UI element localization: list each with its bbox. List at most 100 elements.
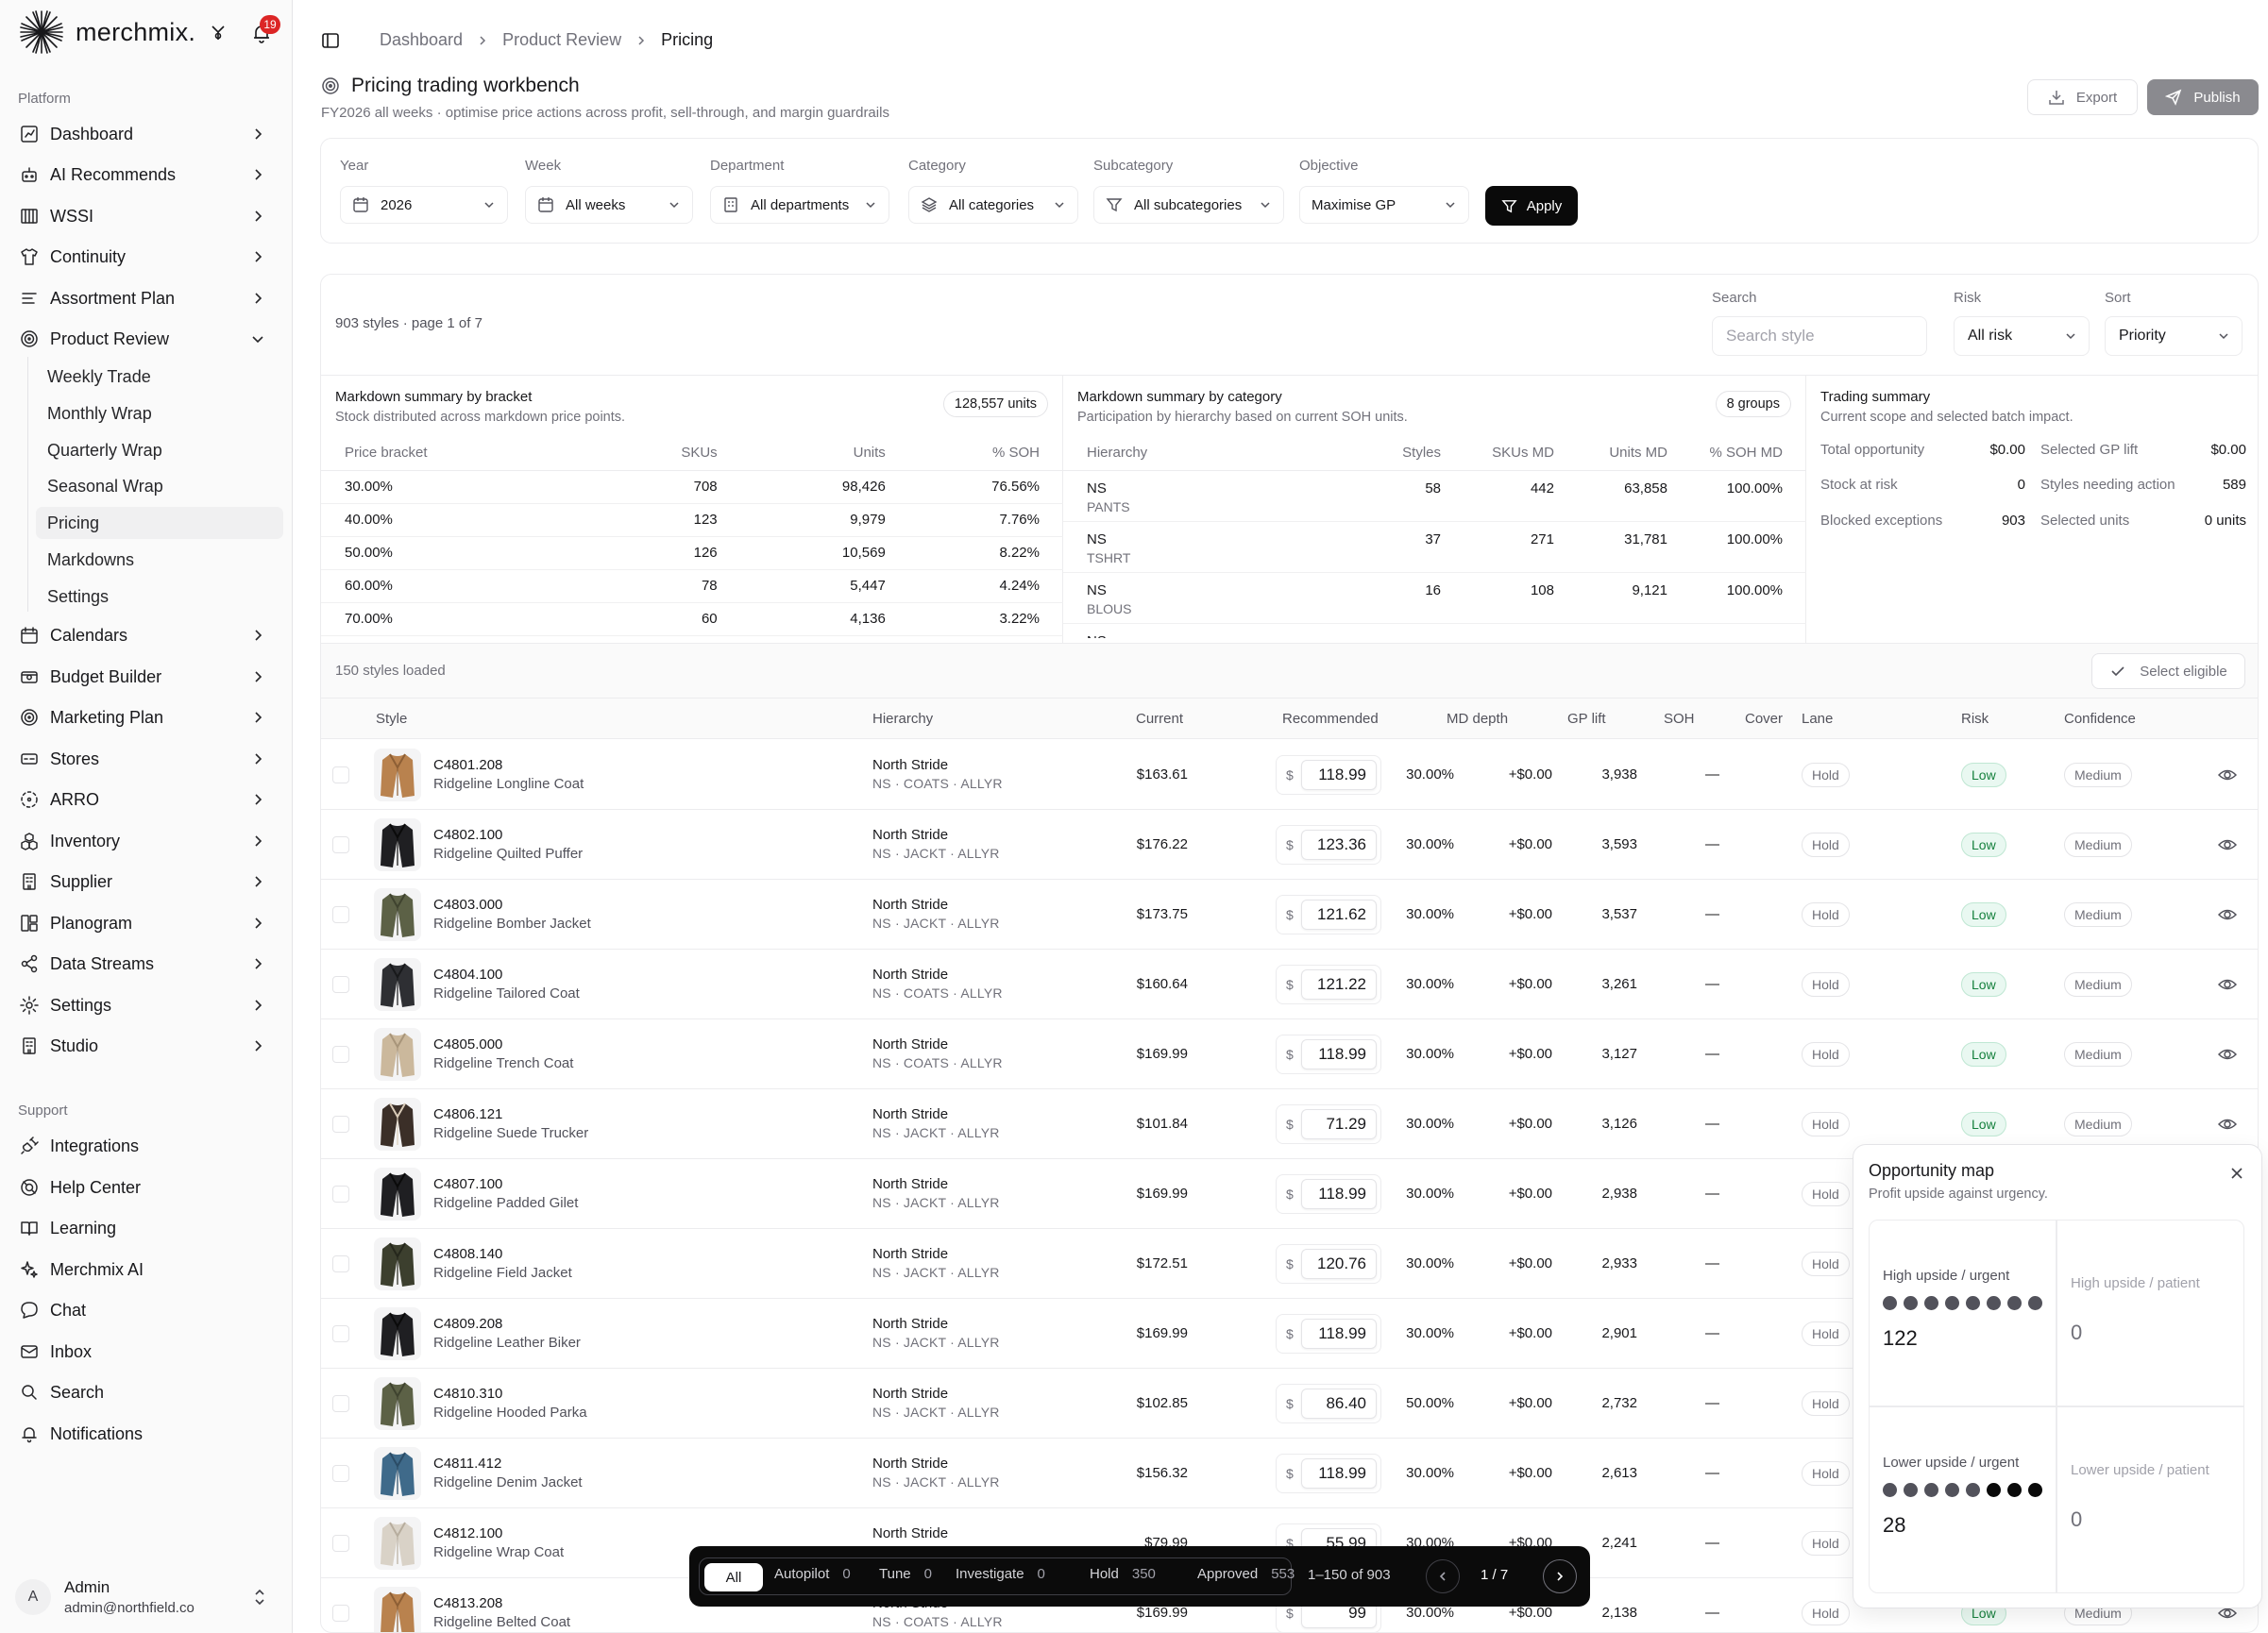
recommended-price-input[interactable]: 118.99 [1301, 1319, 1377, 1349]
row-checkbox[interactable] [332, 1116, 349, 1133]
table-row[interactable]: C4803.000 Ridgeline Bomber Jacket North St… [321, 880, 2258, 950]
col-confidence[interactable]: Confidence [2064, 711, 2136, 727]
style-code[interactable]: C4813.208 [433, 1595, 502, 1611]
lane-badge[interactable]: Hold [1802, 972, 1850, 997]
style-code[interactable]: C4810.310 [433, 1386, 502, 1402]
style-code[interactable]: C4808.140 [433, 1246, 502, 1262]
recommended-price-field[interactable]: $118.99 [1276, 1174, 1381, 1214]
table-row[interactable]: C4801.208 Ridgeline Longline Coat North St… [321, 740, 2258, 810]
recommended-price-input[interactable]: 121.22 [1301, 969, 1377, 1000]
row-checkbox[interactable] [332, 766, 349, 783]
close-icon[interactable] [2229, 1166, 2244, 1181]
apply-button[interactable]: Apply [1485, 186, 1578, 226]
row-checkbox[interactable] [332, 1605, 349, 1622]
row-checkbox[interactable] [332, 1046, 349, 1063]
sidebar-item-stores[interactable]: Stores [13, 742, 279, 776]
lane-badge[interactable]: Hold [1802, 1531, 1850, 1556]
recommended-price-field[interactable]: $118.99 [1276, 1314, 1381, 1354]
lane-tab-hold[interactable]: Hold 350 [1090, 1566, 1156, 1582]
lane-badge[interactable]: Hold [1802, 763, 1850, 787]
eye-icon[interactable] [2218, 1116, 2237, 1133]
recommended-price-field[interactable]: $121.62 [1276, 895, 1381, 934]
recommended-price-field[interactable]: $71.29 [1276, 1104, 1381, 1144]
eye-icon[interactable] [2218, 976, 2237, 993]
breadcrumb-dashboard[interactable]: Dashboard [380, 30, 463, 50]
support-item-notifications[interactable]: Notifications [13, 1417, 279, 1451]
row-checkbox[interactable] [332, 1395, 349, 1412]
lane-badge[interactable]: Hold [1802, 902, 1850, 927]
recommended-price-input[interactable]: 121.62 [1301, 900, 1377, 930]
sidebar-item-inventory[interactable]: Inventory [13, 824, 279, 858]
brand[interactable]: merchmix. [17, 8, 195, 57]
eye-icon[interactable] [2218, 836, 2237, 853]
sidebar-item-settings[interactable]: Settings [13, 988, 279, 1022]
recommended-price-input[interactable]: 120.76 [1301, 1249, 1377, 1279]
col-hierarchy[interactable]: Hierarchy [872, 711, 933, 727]
recommended-price-input[interactable]: 118.99 [1301, 1039, 1377, 1069]
toggle-sidebar-icon[interactable] [321, 31, 340, 50]
prev-page-button[interactable] [1426, 1559, 1460, 1593]
col-md-depth[interactable]: MD depth [1447, 711, 1508, 727]
department-select[interactable]: All departments [710, 186, 889, 224]
quadrant-lower-urgent[interactable]: Lower upside / urgent 28 [1869, 1406, 2056, 1593]
publish-button[interactable]: Publish [2147, 79, 2259, 115]
style-code[interactable]: C4811.412 [433, 1456, 501, 1472]
support-item-learning[interactable]: Learning [13, 1211, 279, 1245]
subnav-item-monthly-wrap[interactable]: Monthly Wrap [36, 397, 283, 429]
style-code[interactable]: C4803.000 [433, 897, 502, 913]
search-input[interactable]: Search style [1712, 316, 1927, 356]
col-cover[interactable]: Cover [1745, 711, 1783, 727]
recommended-price-field[interactable]: $120.76 [1276, 1244, 1381, 1284]
row-checkbox[interactable] [332, 1186, 349, 1203]
sort-select[interactable]: Priority [2105, 316, 2243, 356]
lane-badge[interactable]: Hold [1802, 1252, 1850, 1276]
eye-icon[interactable] [2218, 1046, 2237, 1063]
sidebar-item-continuity[interactable]: Continuity [13, 240, 279, 274]
subcategory-select[interactable]: All subcategories [1093, 186, 1284, 224]
recommended-price-field[interactable]: $118.99 [1276, 1035, 1381, 1074]
week-select[interactable]: All weeks [525, 186, 693, 224]
style-code[interactable]: C4807.100 [433, 1176, 502, 1192]
lane-tab-investigate[interactable]: Investigate 0 [956, 1566, 1045, 1582]
recommended-price-field[interactable]: $118.99 [1276, 1454, 1381, 1493]
support-item-inbox[interactable]: Inbox [13, 1335, 279, 1369]
sidebar-item-calendars[interactable]: Calendars [13, 618, 279, 652]
col-gp-lift[interactable]: GP lift [1567, 711, 1606, 727]
lane-tab-approved[interactable]: Approved 553 [1197, 1566, 1295, 1582]
lane-badge[interactable]: Hold [1802, 1601, 1850, 1625]
objective-select[interactable]: Maximise GP [1299, 186, 1469, 224]
recommended-price-input[interactable]: 86.40 [1301, 1389, 1377, 1419]
style-code[interactable]: C4806.121 [433, 1106, 502, 1122]
breadcrumb-product-review[interactable]: Product Review [502, 30, 621, 50]
recommended-price-input[interactable]: 123.36 [1301, 830, 1377, 860]
user-menu[interactable]: A Admin admin@northfield.co [15, 1573, 281, 1622]
support-item-help-center[interactable]: Help Center [13, 1170, 279, 1204]
col-style[interactable]: Style [376, 711, 407, 727]
style-code[interactable]: C4809.208 [433, 1316, 502, 1332]
subnav-item-quarterly-wrap[interactable]: Quarterly Wrap [36, 434, 283, 466]
recommended-price-field[interactable]: $86.40 [1276, 1384, 1381, 1423]
recommended-price-field[interactable]: $121.22 [1276, 965, 1381, 1004]
support-item-chat[interactable]: Chat [13, 1293, 279, 1327]
col-risk[interactable]: Risk [1961, 711, 1989, 727]
recommended-price-field[interactable]: $118.99 [1276, 755, 1381, 795]
style-code[interactable]: C4805.000 [433, 1036, 502, 1052]
lane-badge[interactable]: Hold [1802, 1461, 1850, 1486]
recommended-price-input[interactable]: 118.99 [1301, 1179, 1377, 1209]
sidebar-item-product-review[interactable]: Product Review [13, 322, 279, 356]
recommended-price-field[interactable]: $123.36 [1276, 825, 1381, 865]
lane-badge[interactable]: Hold [1802, 1322, 1850, 1346]
sidebar-item-supplier[interactable]: Supplier [13, 865, 279, 899]
eye-icon[interactable] [2218, 906, 2237, 923]
row-checkbox[interactable] [332, 976, 349, 993]
style-code[interactable]: C4801.208 [433, 757, 502, 773]
sidebar-item-studio[interactable]: Studio [13, 1029, 279, 1063]
sidebar-item-planogram[interactable]: Planogram [13, 906, 279, 940]
quadrant-lower-patient[interactable]: Lower upside / patient 0 [2056, 1406, 2244, 1593]
row-checkbox[interactable] [332, 906, 349, 923]
year-select[interactable]: 2026 [340, 186, 508, 224]
col-current[interactable]: Current [1136, 711, 1183, 727]
lane-tab-all[interactable]: All [704, 1563, 763, 1591]
risk-select[interactable]: All risk [1954, 316, 2090, 356]
table-row[interactable]: C4804.100 Ridgeline Tailored Coat North St… [321, 950, 2258, 1019]
